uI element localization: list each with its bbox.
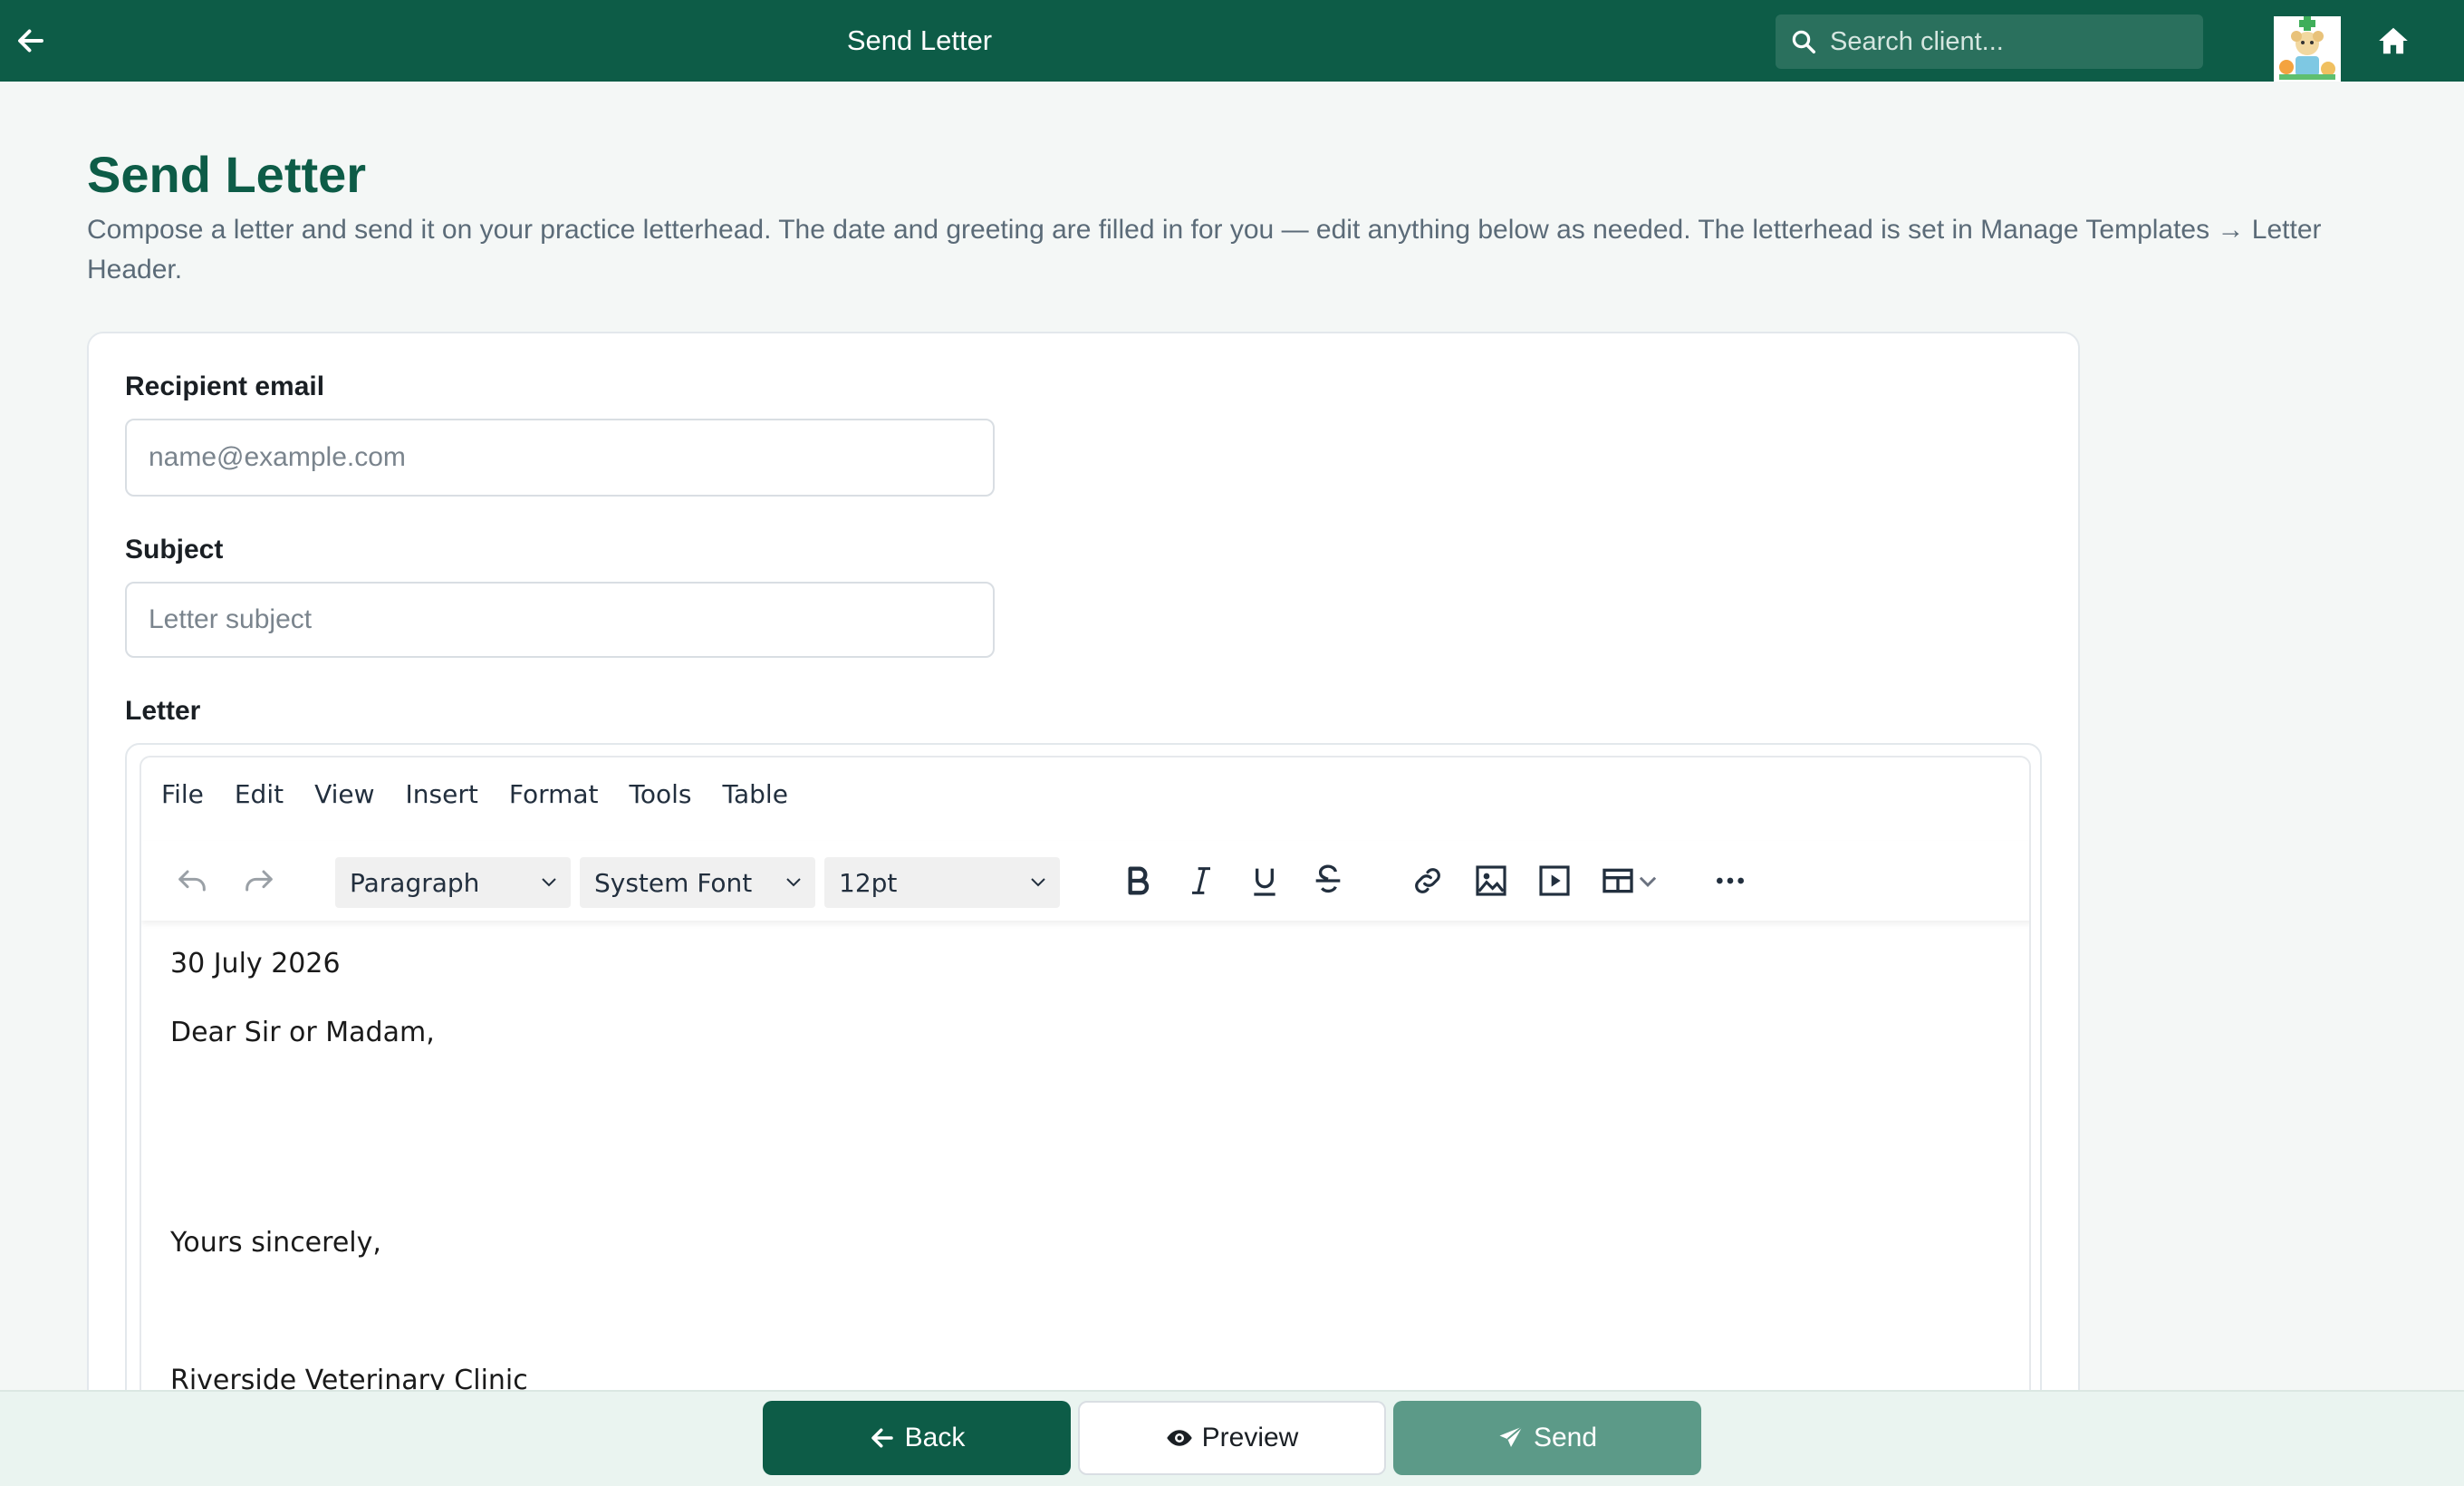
chevron-down-icon: [1031, 878, 1045, 887]
back-button[interactable]: Back: [763, 1401, 1071, 1475]
block-format-value: Paragraph: [350, 867, 480, 898]
bottom-action-bar: Back Preview Send: [0, 1390, 2464, 1486]
menu-insert[interactable]: Insert: [406, 779, 478, 809]
undo-icon[interactable]: [174, 863, 210, 899]
page-description: Compose a letter and send it on your pra…: [87, 215, 2322, 285]
menu-tools[interactable]: Tools: [630, 779, 692, 809]
rich-text-editor: File Edit View Insert Format Tools Table…: [140, 756, 2031, 1481]
topbar-title: Send Letter: [846, 24, 993, 56]
letter-closing[interactable]: Yours sincerely,: [170, 1227, 381, 1259]
subject-input[interactable]: [125, 582, 995, 658]
menu-edit[interactable]: Edit: [235, 779, 284, 809]
preview-button-label: Preview: [1201, 1423, 1299, 1452]
underline-icon[interactable]: [1246, 863, 1283, 899]
font-size-select[interactable]: 12pt: [824, 857, 1060, 908]
send-button-label: Send: [1533, 1423, 1598, 1452]
send-button[interactable]: Send: [1393, 1401, 1701, 1475]
image-icon[interactable]: [1473, 863, 1509, 899]
arrow-left-icon: [871, 1428, 893, 1448]
link-icon[interactable]: [1410, 863, 1446, 899]
chevron-down-icon: [786, 878, 801, 887]
letter-date[interactable]: 30 July 2026: [170, 948, 341, 979]
search-icon: [1792, 30, 1815, 53]
page-title: Send Letter: [87, 146, 367, 203]
recipient-email-input[interactable]: [125, 419, 995, 497]
editor-menubar: File Edit View Insert Format Tools Table: [161, 779, 819, 809]
font-family-select[interactable]: System Font: [580, 857, 815, 908]
menu-format[interactable]: Format: [509, 779, 599, 809]
paper-plane-icon: [1499, 1425, 1524, 1447]
table-chevron-down-icon[interactable]: [1636, 863, 1660, 899]
chevron-down-icon: [542, 878, 556, 887]
letter-label: Letter: [125, 696, 201, 726]
redo-icon[interactable]: [241, 863, 277, 899]
letter-editor-frame: File Edit View Insert Format Tools Table…: [125, 743, 2042, 1486]
subject-label: Subject: [125, 535, 224, 564]
bold-icon[interactable]: [1120, 863, 1156, 899]
media-icon[interactable]: [1536, 863, 1573, 899]
menu-file[interactable]: File: [161, 779, 204, 809]
font-family-value: System Font: [594, 867, 753, 898]
clinic-logo-avatar[interactable]: [2274, 16, 2341, 82]
block-format-select[interactable]: Paragraph: [335, 857, 571, 908]
italic-icon[interactable]: [1183, 863, 1219, 899]
preview-button[interactable]: Preview: [1078, 1401, 1386, 1475]
recipient-email-label: Recipient email: [125, 372, 325, 401]
font-size-value: 12pt: [839, 867, 898, 898]
more-options-icon[interactable]: [1712, 863, 1748, 899]
letter-form-card: Recipient email Subject Letter File Edit…: [87, 332, 2080, 1486]
letter-greeting[interactable]: Dear Sir or Madam,: [170, 1017, 435, 1048]
home-icon[interactable]: [2375, 24, 2411, 58]
editor-toolbar: Paragraph System Font 12pt: [141, 841, 2029, 921]
strikethrough-icon[interactable]: [1310, 863, 1346, 899]
eye-icon: [1166, 1430, 1192, 1446]
search-input[interactable]: [1830, 26, 2192, 57]
menu-table[interactable]: Table: [723, 779, 788, 809]
back-button-label: Back: [904, 1423, 966, 1452]
table-icon[interactable]: [1600, 863, 1636, 899]
client-search[interactable]: [1776, 14, 2203, 69]
top-bar: Send Letter: [0, 0, 2464, 82]
menu-view[interactable]: View: [314, 779, 374, 809]
